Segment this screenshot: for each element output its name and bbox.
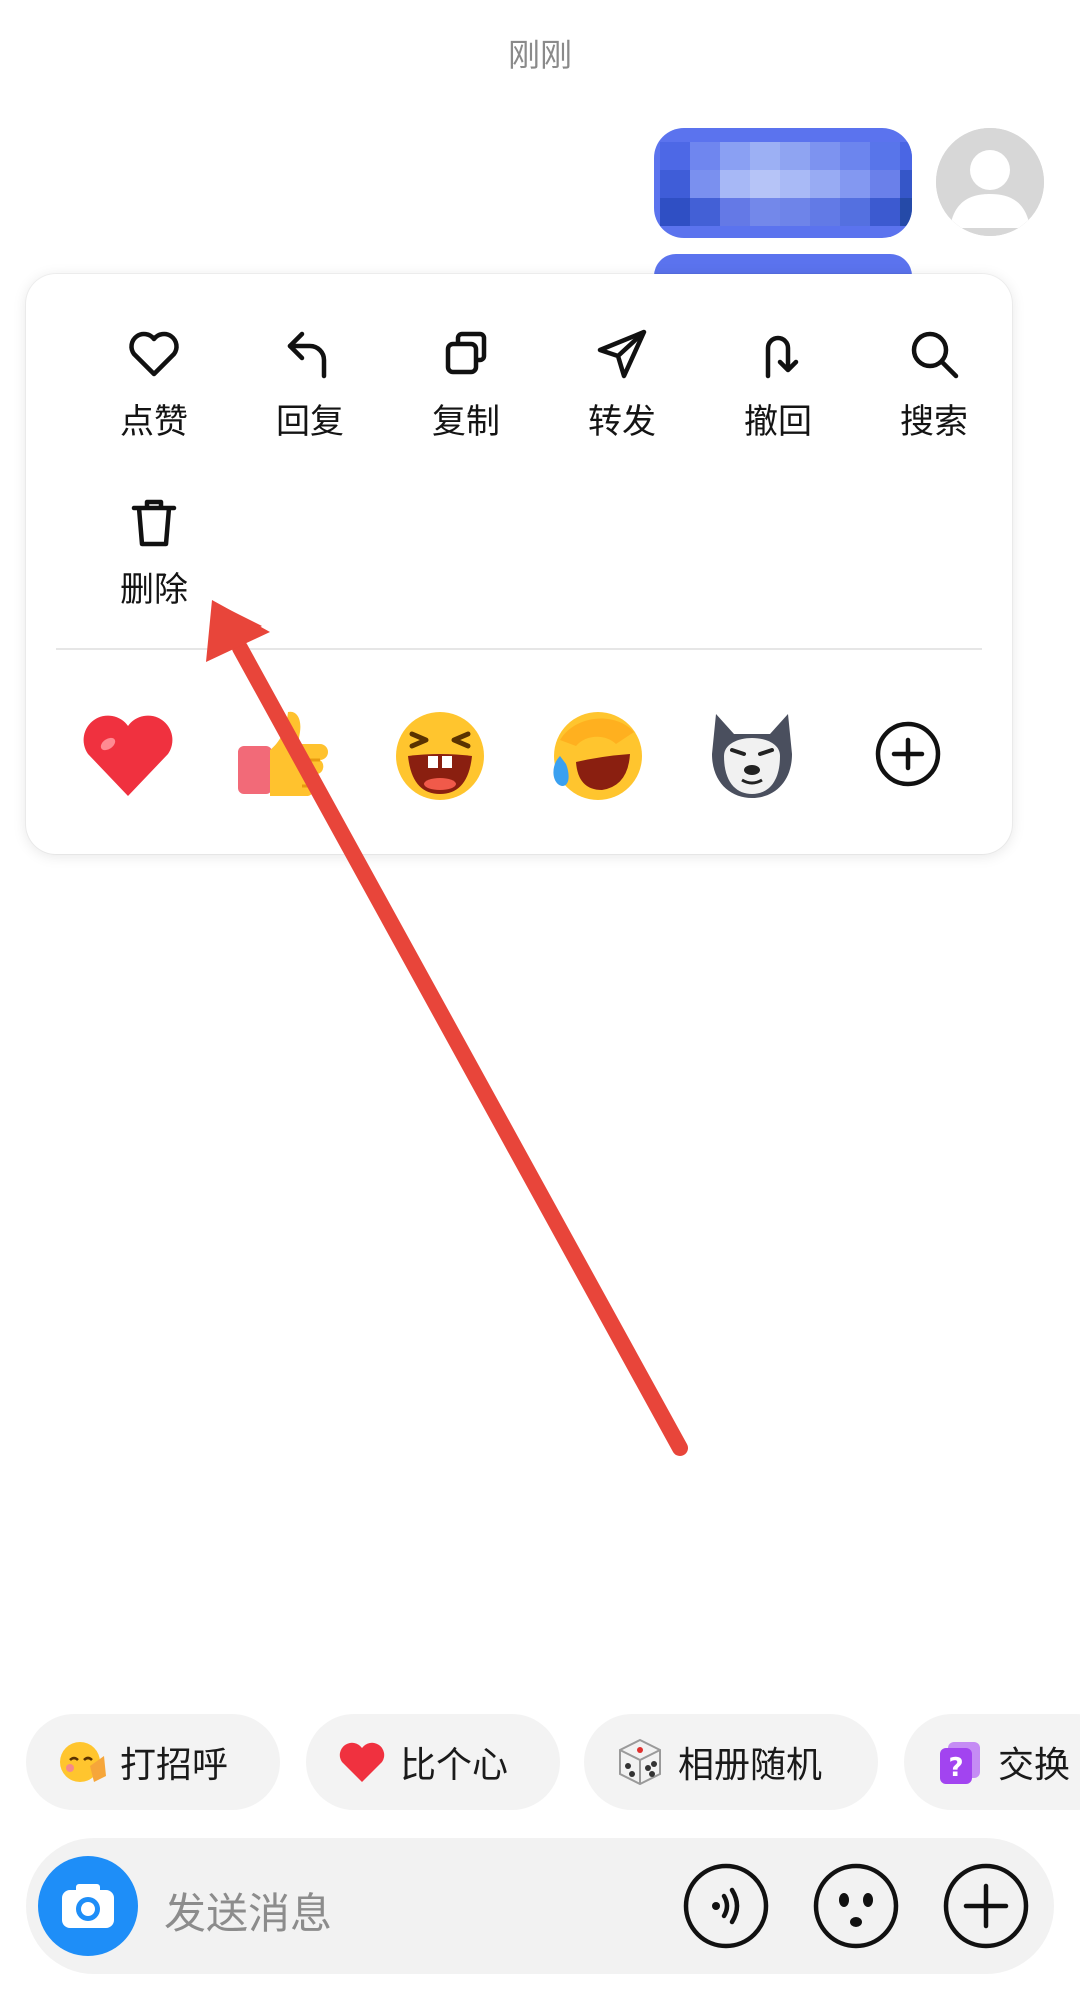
search-icon xyxy=(911,331,959,379)
menu-divider xyxy=(56,648,982,650)
quick-reply-greet[interactable]: 打招呼 xyxy=(26,1714,280,1810)
red-heart-emoji xyxy=(339,1742,385,1782)
svg-text:?: ? xyxy=(948,1753,963,1783)
like-action[interactable]: 点赞 xyxy=(84,324,224,443)
like-action-label: 点赞 xyxy=(120,402,188,442)
dice-icon xyxy=(619,1738,661,1786)
quick-reply-heart-label: 比个心 xyxy=(400,1745,509,1786)
message-timestamp: 刚刚 xyxy=(507,36,572,74)
camera-icon xyxy=(62,1884,114,1928)
default-avatar-icon xyxy=(936,128,1044,236)
quick-reply-greet-label: 打招呼 xyxy=(120,1745,229,1786)
question-card-icon: ? xyxy=(940,1742,980,1784)
quick-reply-heart[interactable]: 比个心 xyxy=(306,1714,560,1810)
add-reaction-icon[interactable] xyxy=(858,704,958,804)
husky-dog-emoji[interactable] xyxy=(702,704,802,804)
thumbs-up-emoji[interactable] xyxy=(234,704,334,804)
rofl-face-emoji[interactable] xyxy=(546,704,646,804)
recall-action[interactable]: 撤回 xyxy=(708,324,848,443)
sent-message-bubble[interactable] xyxy=(654,128,912,238)
waving-face-emoji xyxy=(60,1742,106,1782)
delete-action-label: 删除 xyxy=(120,570,188,610)
quick-reply-bar: 打招呼 比个心 相册随机 ? 交换 xyxy=(0,1714,1080,1810)
pixelated-message-content xyxy=(660,142,912,226)
quick-reply-random-album[interactable]: 相册随机 xyxy=(584,1714,878,1810)
recall-action-label: 撤回 xyxy=(744,402,812,442)
trash-icon xyxy=(131,499,177,547)
voice-icon[interactable] xyxy=(682,1862,770,1950)
reply-arrow-icon xyxy=(287,331,327,379)
search-action[interactable]: 搜索 xyxy=(864,324,1004,443)
forward-action-label: 转发 xyxy=(588,402,656,442)
delete-action[interactable]: 删除 xyxy=(84,492,224,611)
user-avatar[interactable] xyxy=(936,128,1044,236)
forward-action[interactable]: 转发 xyxy=(552,324,692,443)
heart-icon xyxy=(129,331,179,377)
message-context-menu: 点赞 回复 复制 转发 撤回 搜索 删除 xyxy=(26,274,1012,854)
message-composer: 发送消息 xyxy=(26,1838,1054,1974)
message-input[interactable]: 发送消息 xyxy=(164,1880,332,1941)
copy-action-label: 复制 xyxy=(432,402,500,442)
reply-action[interactable]: 回复 xyxy=(240,324,380,443)
quick-reply-exchange-label: 交换 xyxy=(998,1745,1071,1786)
quick-reply-exchange[interactable]: ? 交换 xyxy=(904,1714,1080,1810)
copy-action[interactable]: 复制 xyxy=(396,324,536,443)
copy-icon xyxy=(445,331,487,375)
laughing-face-emoji[interactable] xyxy=(390,704,490,804)
undo-u-turn-icon xyxy=(765,335,799,379)
plus-icon[interactable] xyxy=(942,1862,1030,1950)
emoji-face-icon[interactable] xyxy=(812,1862,900,1950)
red-heart-emoji[interactable] xyxy=(78,704,178,804)
paper-plane-icon xyxy=(597,329,647,379)
search-action-label: 搜索 xyxy=(900,402,968,442)
quick-reply-random-album-label: 相册随机 xyxy=(678,1745,823,1786)
camera-button[interactable] xyxy=(38,1856,138,1956)
reply-action-label: 回复 xyxy=(276,402,344,442)
